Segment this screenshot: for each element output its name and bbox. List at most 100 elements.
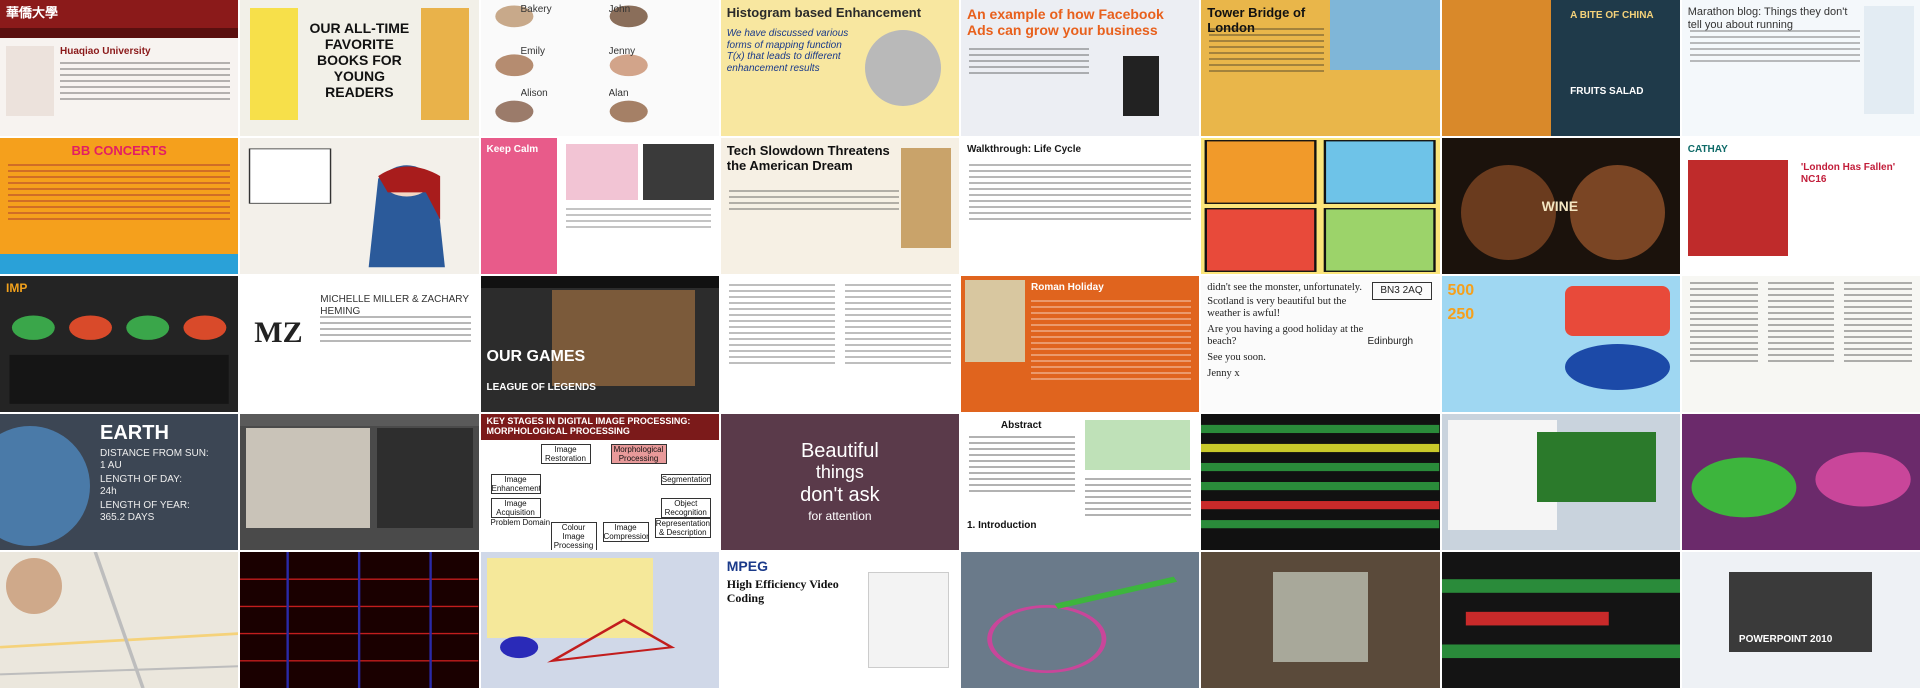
stage-box: Object Recognition bbox=[660, 498, 711, 519]
wine-label: WINE bbox=[1541, 197, 1579, 214]
postcard-line: See you soon. bbox=[1207, 352, 1266, 363]
image-mosaic: 華僑大學 Huaqiao University OUR ALL-TIME FAV… bbox=[0, 0, 1920, 688]
postcard-signature: Jenny x bbox=[1207, 368, 1240, 379]
info-callout bbox=[1565, 286, 1671, 336]
cathay-brand: CATHAY bbox=[1687, 144, 1728, 155]
postcard-town: Edinburgh bbox=[1367, 336, 1414, 347]
university-logo: 華僑大學 bbox=[6, 6, 59, 20]
article-headline: Tech Slowdown Threatens the American Dre… bbox=[726, 144, 890, 173]
tile-hevc-document[interactable]: MPEG High Efficiency Video Coding bbox=[720, 552, 959, 688]
film-poster bbox=[965, 280, 1025, 362]
fact-label: DISTANCE FROM SUN: bbox=[100, 448, 209, 459]
fact-label: LENGTH OF DAY: bbox=[100, 474, 183, 485]
tile-desktop-windows[interactable] bbox=[1441, 414, 1680, 550]
listing-right bbox=[844, 284, 951, 368]
tile-photo-editor[interactable] bbox=[240, 414, 479, 550]
editor-canvas bbox=[246, 428, 371, 528]
tile-illustration-girl[interactable] bbox=[240, 138, 479, 274]
tile-wine-barrels[interactable]: WINE bbox=[1441, 138, 1680, 274]
stage-box: Image Compression bbox=[602, 522, 649, 543]
poster-footer bbox=[0, 254, 239, 274]
stage-box: Image Acquisition bbox=[490, 498, 541, 519]
tile-signal-analyzer[interactable] bbox=[1201, 414, 1440, 550]
article-text bbox=[1209, 28, 1324, 76]
tile-tech-slowdown[interactable]: Tech Slowdown Threatens the American Dre… bbox=[720, 138, 959, 274]
tile-concerts-poster[interactable]: BB CONCERTS bbox=[0, 138, 239, 274]
tile-imp-dashboard[interactable]: IMP bbox=[0, 276, 239, 412]
blog-sidebar bbox=[1864, 6, 1914, 114]
tile-map[interactable] bbox=[0, 552, 239, 688]
couple-names: MICHELLE MILLER & ZACHARY HEMING bbox=[320, 294, 469, 317]
cad-shape bbox=[499, 618, 675, 663]
ad-body bbox=[969, 48, 1090, 78]
profile-name: John bbox=[608, 4, 631, 15]
blog-text bbox=[1689, 30, 1860, 66]
fact-value: 365.2 DAYS bbox=[100, 512, 155, 523]
abstract-heading: Abstract bbox=[1000, 420, 1042, 431]
listing-left bbox=[728, 284, 836, 368]
pcb-traces bbox=[240, 552, 479, 688]
bridge-photo bbox=[1329, 0, 1440, 70]
editor-panel bbox=[377, 428, 473, 528]
quote-line: don't ask bbox=[800, 484, 880, 506]
tile-doc-outline[interactable]: Walkthrough: Life Cycle bbox=[961, 138, 1200, 274]
render-shapes bbox=[1691, 452, 1911, 518]
slide-title: KEY STAGES IN DIGITAL IMAGE PROCESSING: … bbox=[486, 416, 691, 437]
fact-value: 24h bbox=[100, 486, 117, 497]
card-image bbox=[566, 144, 638, 200]
waveforms bbox=[1441, 579, 1680, 659]
column-text bbox=[1767, 282, 1835, 366]
stage-box: Image Restoration bbox=[540, 444, 591, 465]
tile-powerpoint-2010[interactable]: POWERPOINT 2010 bbox=[1681, 552, 1920, 688]
article-illustration bbox=[901, 148, 951, 248]
tile-favorite-books[interactable]: OUR ALL-TIME FAVORITE BOOKS FOR YOUNG RE… bbox=[240, 0, 479, 136]
film-title: Roman Holiday bbox=[1031, 282, 1104, 293]
tile-pcb-layout[interactable] bbox=[240, 552, 479, 688]
film-synopsis bbox=[1031, 300, 1192, 384]
body-text bbox=[60, 62, 231, 104]
tile-research-paper[interactable]: Abstract 1. Introduction bbox=[961, 414, 1200, 550]
postcard-line: Are you having a good holiday at the bea… bbox=[1207, 324, 1364, 348]
tile-geometry-sketch[interactable] bbox=[961, 552, 1200, 688]
tile-newspaper[interactable] bbox=[1681, 276, 1920, 412]
tile-league-of-legends[interactable]: OUR GAMES LEAGUE OF LEGENDS bbox=[480, 276, 719, 412]
column-text bbox=[1843, 282, 1912, 366]
quote-line: things bbox=[815, 462, 864, 482]
terminal-window bbox=[1536, 432, 1656, 502]
tile-marathon-blog[interactable]: Marathon blog: Things they don't tell yo… bbox=[1681, 0, 1920, 136]
section-heading: 1. Introduction bbox=[967, 520, 1037, 531]
tile-roman-holiday[interactable]: Roman Holiday bbox=[961, 276, 1200, 412]
stage-box: Segmentation bbox=[660, 474, 711, 486]
tile-3d-cad[interactable] bbox=[480, 552, 719, 688]
column-text bbox=[1689, 282, 1758, 366]
tile-bite-of-china[interactable]: A BITE OF CHINA FRUITS SALAD bbox=[1441, 0, 1680, 136]
games-title: OUR GAMES bbox=[486, 348, 586, 365]
tile-3d-render[interactable] bbox=[1681, 414, 1920, 550]
tile-histogram-enhancement[interactable]: Histogram based Enhancement We have disc… bbox=[720, 0, 959, 136]
tile-comic-strip[interactable] bbox=[1201, 138, 1440, 274]
gauges bbox=[9, 315, 229, 404]
tile-postcard[interactable]: didn't see the monster, unfortunately. S… bbox=[1201, 276, 1440, 412]
food-photo bbox=[1441, 0, 1552, 136]
tile-audio-editor[interactable] bbox=[1441, 552, 1680, 688]
tile-tower-bridge[interactable]: Tower Bridge of London bbox=[1201, 0, 1440, 136]
slide-title: Histogram based Enhancement bbox=[726, 6, 922, 20]
tile-news-listing[interactable] bbox=[720, 276, 959, 412]
profile-name: Jenny bbox=[608, 46, 636, 57]
tile-wedding-invite[interactable]: MZ MICHELLE MILLER & ZACHARY HEMING bbox=[240, 276, 479, 412]
tile-game-scene[interactable] bbox=[1201, 552, 1440, 688]
movie-title: 'London Has Fallen' NC16 bbox=[1800, 162, 1896, 185]
tile-keep-calm[interactable]: Keep Calm bbox=[480, 138, 719, 274]
tile-cathay-movie[interactable]: CATHAY 'London Has Fallen' NC16 bbox=[1681, 138, 1920, 274]
tile-huaqiao-university[interactable]: 華僑大學 Huaqiao University bbox=[0, 0, 239, 136]
tile-facebook-ads[interactable]: An example of how Facebook Ads can grow … bbox=[961, 0, 1200, 136]
tile-ocean-infographic[interactable]: 500 250 bbox=[1441, 276, 1680, 412]
book-cover-left bbox=[250, 8, 299, 120]
tile-profile-list[interactable]: Bakery John Emily Jenny Alison Alan bbox=[480, 0, 719, 136]
tile-earth-facts[interactable]: EARTH DISTANCE FROM SUN: 1 AU LENGTH OF … bbox=[0, 414, 239, 550]
tile-beautiful-quote[interactable]: Beautiful things don't ask for attention bbox=[720, 414, 959, 550]
signal-traces bbox=[1201, 424, 1440, 529]
geometry-shapes bbox=[987, 576, 1178, 674]
tile-image-processing[interactable]: KEY STAGES IN DIGITAL IMAGE PROCESSING: … bbox=[480, 414, 719, 550]
fact-label: LENGTH OF YEAR: bbox=[100, 500, 190, 511]
